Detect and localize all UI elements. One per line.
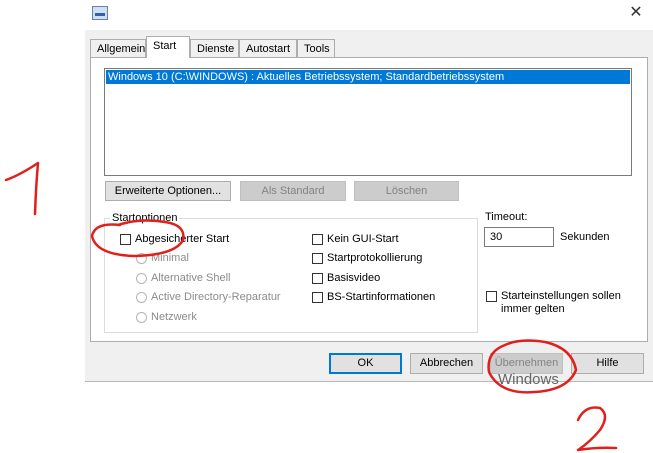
annotation-circle-safe-boot bbox=[90, 219, 185, 258]
annotation-number-one bbox=[4, 161, 40, 216]
annotation-overlay bbox=[4, 161, 618, 452]
annotation-circle-apply bbox=[487, 339, 578, 394]
tab-start[interactable]: Start bbox=[146, 36, 190, 58]
annotation-number-two bbox=[576, 406, 618, 452]
